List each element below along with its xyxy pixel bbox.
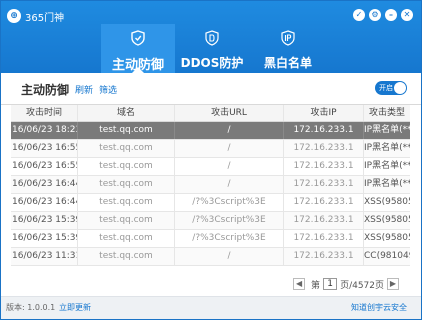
- table-row[interactable]: 16/06/23 15:39 test.qq.com/?%3Cscript%3E 1…: [11, 230, 410, 248]
- toggle-label: 开启: [379, 84, 393, 92]
- toggle-knob: [394, 82, 406, 94]
- table-row[interactable]: 16/06/23 11:31 test.qq.com/172.16.233.1 CC…: [11, 248, 410, 266]
- settings-icon[interactable]: ⚙: [369, 9, 381, 21]
- header-domain[interactable]: 域名: [78, 105, 175, 121]
- cell-domain: test.qq.com: [78, 194, 175, 211]
- cell-attack-time: 16/06/23 16:44: [11, 194, 78, 211]
- cell-domain: test.qq.com: [78, 122, 175, 139]
- cell-attack-url: /?%3Cscript%3E: [175, 212, 284, 229]
- cell-attack-ip: 172.16.233.1: [284, 158, 364, 175]
- cell-attack-time: 16/06/23 16:55: [11, 158, 78, 175]
- cell-attack-type: IP黑名单(***: [364, 179, 410, 189]
- cell-attack-ip: 172.16.233.1: [284, 212, 364, 229]
- cell-attack-url: /?%3Cscript%3E: [175, 230, 284, 247]
- cell-domain: test.qq.com: [78, 230, 175, 247]
- status-footer: 版本: 1.0.0.1 立即更新 知道创宇云安全: [1, 296, 421, 319]
- section-title: 主动防御: [21, 83, 70, 97]
- cell-attack-time: 16/06/23 15:39: [11, 230, 78, 247]
- header-bar: ⊕ 365门神 ✓ ⚙ – ✕ 主动防御 DDOS防护 黑白名单: [1, 1, 421, 73]
- table-row[interactable]: 16/06/23 15:39 test.qq.com/?%3Cscript%3E 1…: [11, 212, 410, 230]
- cell-domain: test.qq.com: [78, 212, 175, 229]
- cell-domain: test.qq.com: [78, 248, 175, 265]
- cell-attack-type: CC(981049): [364, 251, 410, 261]
- table-body: 16/06/23 18:23 test.qq.com/172.16.233.1 IP…: [11, 122, 410, 266]
- defense-toggle[interactable]: 开启: [375, 81, 407, 95]
- cell-attack-time: 16/06/23 16:55: [11, 140, 78, 157]
- cell-attack-url: /: [175, 140, 284, 157]
- cell-attack-ip: 172.16.233.1: [284, 122, 364, 139]
- update-now-link[interactable]: 立即更新: [59, 302, 91, 313]
- cell-attack-ip: 172.16.233.1: [284, 194, 364, 211]
- header-attack-time[interactable]: 攻击时间: [11, 105, 78, 121]
- page-suffix: 页/4572页: [340, 280, 384, 291]
- version-text: 版本: 1.0.0.1: [6, 303, 56, 312]
- cell-attack-type: XSS(958051): [364, 215, 410, 225]
- filter-link[interactable]: 筛选: [99, 83, 117, 96]
- cell-attack-type: IP黑名单(***: [364, 161, 410, 171]
- cell-attack-ip: 172.16.233.1: [284, 176, 364, 193]
- table-row[interactable]: 16/06/23 16:55 test.qq.com/172.16.233.1 IP…: [11, 158, 410, 176]
- close-icon[interactable]: ✕: [401, 9, 413, 21]
- cell-domain: test.qq.com: [78, 176, 175, 193]
- table-row[interactable]: 16/06/23 16:55 test.qq.com/172.16.233.1 IP…: [11, 140, 410, 158]
- shield-d-icon: [205, 30, 219, 46]
- minimize-icon[interactable]: –: [385, 9, 397, 21]
- cell-attack-url: /: [175, 248, 284, 265]
- cell-attack-url: /?%3Cscript%3E: [175, 194, 284, 211]
- app-window: ⊕ 365门神 ✓ ⚙ – ✕ 主动防御 DDOS防护 黑白名单 主动防御 刷新…: [0, 0, 422, 320]
- table-row[interactable]: 16/06/23 16:44 test.qq.com/172.16.233.1 IP…: [11, 176, 410, 194]
- shield-ip-icon: [281, 30, 295, 46]
- cell-attack-ip: 172.16.233.1: [284, 230, 364, 247]
- cell-attack-url: /: [175, 122, 284, 139]
- table-header: 攻击时间 域名 攻击URL 攻击IP 攻击类型: [11, 105, 410, 122]
- tab-ddos[interactable]: DDOS防护: [175, 24, 249, 73]
- next-page-button[interactable]: ▶: [387, 278, 399, 290]
- window-controls: ✓ ⚙ – ✕: [353, 9, 413, 21]
- header-attack-url[interactable]: 攻击URL: [175, 105, 284, 121]
- toolbar: 主动防御 刷新 筛选 开启: [1, 73, 421, 105]
- refresh-link[interactable]: 刷新: [75, 83, 93, 96]
- page-prefix: 第: [311, 280, 321, 291]
- cell-attack-type: IP黑名单(***: [364, 143, 410, 153]
- check-icon[interactable]: ✓: [353, 9, 365, 21]
- cell-attack-type: XSS(958051): [364, 197, 410, 207]
- cell-attack-time: 16/06/23 15:39: [11, 212, 78, 229]
- tab-active-defense-label: 主动防御: [111, 58, 164, 73]
- tab-blacklist-label: 黑白名单: [263, 56, 312, 70]
- cell-attack-time: 16/06/23 18:23: [11, 122, 78, 139]
- cell-domain: test.qq.com: [78, 140, 175, 157]
- header-attack-type[interactable]: 攻击类型: [364, 105, 410, 121]
- cell-attack-ip: 172.16.233.1: [284, 140, 364, 157]
- shield-icon: [131, 30, 145, 46]
- pagination: ◀ 第 1 页/4572页 ▶: [290, 277, 399, 291]
- cell-attack-ip: 172.16.233.1: [284, 248, 364, 265]
- header-attack-ip[interactable]: 攻击IP: [284, 105, 364, 121]
- cell-attack-time: 16/06/23 16:44: [11, 176, 78, 193]
- attack-log-table: 攻击时间 域名 攻击URL 攻击IP 攻击类型 16/06/23 18:23 te…: [11, 105, 410, 266]
- tab-active-defense[interactable]: 主动防御: [101, 24, 175, 73]
- app-title: ⊕ 365门神: [7, 8, 64, 24]
- prev-page-button[interactable]: ◀: [293, 278, 306, 290]
- app-title-text: 365门神: [25, 12, 65, 24]
- cell-attack-type: IP黑名单(***: [364, 125, 410, 135]
- table-row[interactable]: 16/06/23 16:44 test.qq.com/?%3Cscript%3E 1…: [11, 194, 410, 212]
- brand-link[interactable]: 知道创宇云安全: [351, 302, 407, 313]
- cell-attack-type: XSS(958051): [364, 233, 410, 243]
- app-logo-icon: ⊕: [7, 9, 21, 23]
- table-row[interactable]: 16/06/23 18:23 test.qq.com/172.16.233.1 IP…: [11, 122, 410, 140]
- main-tabs: 主动防御 DDOS防护 黑白名单: [101, 24, 327, 73]
- cell-domain: test.qq.com: [78, 158, 175, 175]
- cell-attack-url: /: [175, 176, 284, 193]
- tab-ddos-label: DDOS防护: [180, 56, 244, 70]
- cell-attack-time: 16/06/23 11:31: [11, 248, 78, 265]
- cell-attack-url: /: [175, 158, 284, 175]
- tab-blacklist[interactable]: 黑白名单: [249, 24, 327, 73]
- page-number-input[interactable]: 1: [323, 278, 338, 290]
